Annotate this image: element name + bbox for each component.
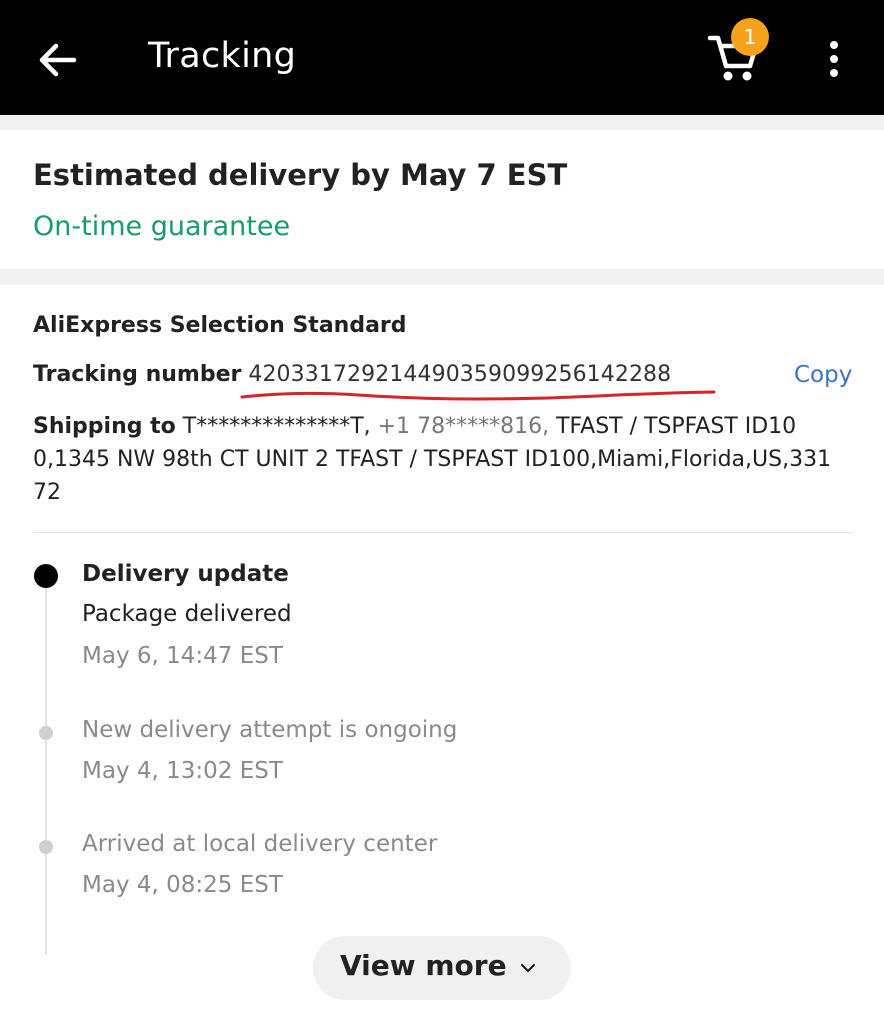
address-line-3: 72 [33, 480, 61, 505]
event-description: Package delivered [82, 601, 292, 627]
more-vertical-icon [830, 41, 838, 77]
copy-button[interactable]: Copy [794, 362, 852, 388]
event-title: Delivery update [82, 561, 289, 587]
recipient-name: T**************T, [182, 414, 371, 439]
shipping-address: Shipping to T**************T, +1 78*****… [33, 410, 853, 509]
view-more-label: View more [340, 949, 507, 982]
address-line-1: TFAST / TSPFAST ID10 [556, 414, 797, 439]
tracking-number: 420331729214490359099256142288 [248, 362, 672, 387]
tracking-number-label: Tracking number [33, 362, 242, 387]
event-description: New delivery attempt is ongoing [82, 717, 458, 743]
arrow-left-icon [39, 43, 77, 77]
on-time-guarantee-link[interactable]: On-time guarantee [33, 211, 290, 242]
app-header: Tracking 1 [0, 0, 884, 115]
divider [33, 532, 853, 533]
timeline-dot [39, 726, 53, 740]
recipient-phone: +1 78*****816, [377, 414, 550, 439]
estimated-delivery: Estimated delivery by May 7 EST [33, 158, 568, 192]
tracking-number-row: Tracking number 420331729214490359099256… [33, 362, 671, 387]
chevron-down-icon [520, 963, 536, 973]
view-more-button[interactable]: View more [313, 936, 571, 1000]
carrier-name: AliExpress Selection Standard [33, 313, 407, 338]
red-underline-annotation [240, 390, 716, 401]
cart-count-badge: 1 [731, 18, 769, 56]
delivery-estimate-card: Estimated delivery by May 7 EST On-time … [0, 130, 884, 269]
event-time: May 4, 08:25 EST [82, 872, 283, 898]
event-description: Arrived at local delivery center [82, 831, 438, 857]
event-time: May 4, 13:02 EST [82, 758, 283, 784]
shipment-card: AliExpress Selection Standard Tracking n… [0, 285, 884, 1024]
timeline-dot [39, 840, 53, 854]
shipping-to-label: Shipping to [33, 414, 176, 439]
timeline-line [45, 583, 47, 955]
page-title: Tracking [148, 36, 297, 76]
timeline-dot-active [34, 564, 58, 588]
event-time: May 6, 14:47 EST [82, 643, 283, 669]
back-button[interactable] [36, 38, 80, 82]
more-options-button[interactable] [818, 38, 850, 82]
address-line-2: 0,1345 NW 98th CT UNIT 2 TFAST / TSPFAST… [33, 447, 832, 472]
